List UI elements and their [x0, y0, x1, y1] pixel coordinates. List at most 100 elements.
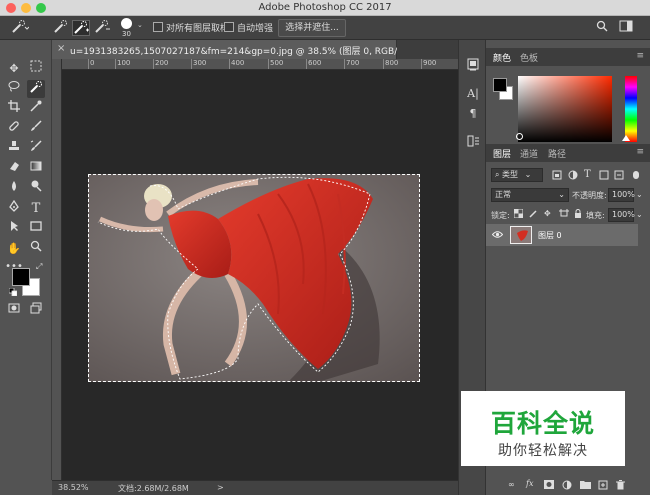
history-panel-icon[interactable] [465, 58, 481, 74]
layer-style-icon[interactable]: fx [526, 479, 533, 488]
brush-tool-icon[interactable] [27, 120, 45, 138]
new-adjustment-layer-icon[interactable] [562, 480, 572, 492]
marquee-tool-icon[interactable] [27, 60, 45, 78]
lock-transparent-icon[interactable] [513, 208, 524, 220]
lock-all-icon[interactable] [574, 209, 582, 221]
filter-shape-icon[interactable] [599, 170, 609, 182]
document-size: 文档:2.68M/2.68M [118, 484, 189, 493]
hue-slider-handle[interactable] [622, 135, 630, 141]
status-menu-arrow[interactable]: > [217, 483, 224, 492]
select-and-mask-button[interactable]: 选择并遮住... [278, 19, 346, 37]
swap-colors-icon[interactable]: ⤢ [36, 262, 42, 272]
lock-artboard-icon[interactable] [559, 209, 569, 220]
vertical-ruler [52, 59, 62, 480]
layer-name[interactable]: 图层 0 [538, 230, 562, 241]
filter-pixel-icon[interactable] [552, 170, 562, 182]
document-tab-title: u=1931383265,1507027187&fm=214&gp=0.jpg … [70, 47, 422, 57]
paragraph-panel-icon[interactable]: ¶ [465, 106, 481, 122]
layer-thumbnail [510, 226, 532, 244]
rectangle-tool-icon[interactable] [27, 220, 45, 238]
move-tool-icon[interactable]: ✥ [5, 60, 23, 78]
link-layers-icon[interactable]: ∞ [508, 480, 515, 489]
quick-mask-icon[interactable] [5, 302, 23, 320]
character-panel-icon[interactable]: A| [465, 86, 481, 102]
add-mask-icon[interactable] [544, 480, 554, 491]
color-spectrum-picker[interactable] [518, 76, 612, 142]
document-tab[interactable]: × u=1931383265,1507027187&fm=214&gp=0.jp… [52, 40, 421, 59]
new-layer-icon[interactable] [598, 480, 608, 492]
fill-input[interactable]: 100% [608, 208, 635, 222]
status-bar: 38.52% 文档:2.68M/2.68M > [52, 480, 458, 495]
quick-selection-preset-icon[interactable] [10, 20, 30, 36]
tab-color[interactable]: 颜色 [493, 51, 511, 64]
lasso-tool-icon[interactable] [5, 80, 23, 98]
filter-adjustment-icon[interactable] [568, 170, 578, 182]
gradient-tool-icon[interactable] [27, 160, 45, 178]
panel-menu-icon[interactable]: ≡ [636, 51, 644, 61]
opacity-input[interactable]: 100% [608, 188, 635, 202]
subtract-from-selection-icon[interactable] [93, 20, 111, 36]
add-to-selection-icon[interactable] [72, 20, 90, 36]
color-panel: 颜色 色板 ≡ [486, 48, 650, 144]
type-tool-icon[interactable]: T [27, 200, 45, 218]
filter-smart-object-icon[interactable] [614, 170, 624, 182]
screen-mode-icon[interactable] [27, 302, 45, 320]
color-panel-tabs: 颜色 色板 ≡ [486, 48, 650, 66]
search-icon[interactable] [594, 20, 610, 36]
tab-bar-empty [397, 40, 458, 59]
auto-enhance-checkbox[interactable] [224, 22, 234, 32]
close-tab-icon[interactable]: × [57, 43, 65, 54]
dodge-tool-icon[interactable] [27, 180, 45, 198]
chevron-down-icon[interactable]: ⌄ [636, 210, 643, 219]
layer-row[interactable]: 图层 0 [486, 224, 638, 246]
color-picker-cursor [516, 133, 523, 140]
zoom-level[interactable]: 38.52% [58, 483, 89, 492]
search-icon: ⌕ [495, 170, 500, 179]
filter-toggle-icon[interactable] [632, 170, 640, 182]
sample-all-layers-checkbox[interactable] [153, 22, 163, 32]
lock-image-icon[interactable] [529, 209, 538, 220]
tab-channels[interactable]: 通道 [520, 147, 538, 160]
clone-stamp-tool-icon[interactable] [5, 140, 23, 158]
hue-slider[interactable] [625, 76, 637, 142]
default-colors-icon[interactable] [8, 287, 18, 297]
eraser-tool-icon[interactable] [5, 160, 23, 178]
panel-menu-icon[interactable]: ≡ [636, 147, 644, 157]
tab-layers[interactable]: 图层 [493, 147, 511, 160]
new-selection-icon[interactable] [52, 20, 70, 36]
filter-type-icon[interactable]: T [584, 169, 591, 180]
lock-position-icon[interactable]: ✥ [544, 209, 551, 218]
delete-layer-icon[interactable] [616, 480, 625, 492]
tools-panel: ✥ T ✋ ••• ⤢ [0, 40, 52, 480]
brush-tip-icon [121, 18, 132, 29]
hand-tool-icon[interactable]: ✋ [5, 240, 23, 258]
tab-swatches[interactable]: 色板 [520, 51, 538, 64]
blend-mode-dropdown[interactable]: 正常 ⌄ [491, 188, 569, 202]
photoshop-window: Adobe Photoshop CC 2017 30 ⌄ 对所有图层取样 自动增… [0, 0, 650, 495]
ruler-tick: 700 [343, 59, 360, 69]
zoom-tool-icon[interactable] [27, 240, 45, 258]
layer-filter-dropdown[interactable]: ⌕ 类型 ⌄ [491, 168, 543, 182]
eye-icon[interactable] [491, 230, 504, 242]
crop-tool-icon[interactable] [5, 100, 23, 118]
healing-brush-tool-icon[interactable] [5, 120, 23, 138]
tab-paths[interactable]: 路径 [548, 147, 566, 160]
new-group-icon[interactable] [580, 480, 591, 491]
blend-mode-value: 正常 [495, 190, 511, 199]
pen-tool-icon[interactable] [5, 199, 23, 218]
eyedropper-tool-icon[interactable] [27, 100, 45, 118]
history-brush-tool-icon[interactable] [27, 140, 45, 158]
path-selection-tool-icon[interactable] [5, 220, 23, 238]
foreground-color-swatch[interactable] [12, 268, 30, 286]
chevron-down-icon: ⌄ [524, 170, 532, 179]
brush-size-value: 30 [122, 30, 131, 38]
color-foreground-swatch[interactable] [493, 78, 507, 92]
horizontal-ruler: 0 100 200 300 400 500 600 700 800 900 [62, 59, 458, 70]
ruler-tick: 800 [382, 59, 399, 69]
properties-panel-icon[interactable] [465, 134, 481, 150]
workspace-icon[interactable] [618, 20, 634, 36]
brush-size-picker[interactable]: 30 ⌄ [119, 17, 149, 39]
blur-tool-icon[interactable] [5, 180, 23, 198]
quick-selection-tool-icon[interactable] [27, 80, 45, 98]
chevron-down-icon[interactable]: ⌄ [636, 190, 643, 199]
